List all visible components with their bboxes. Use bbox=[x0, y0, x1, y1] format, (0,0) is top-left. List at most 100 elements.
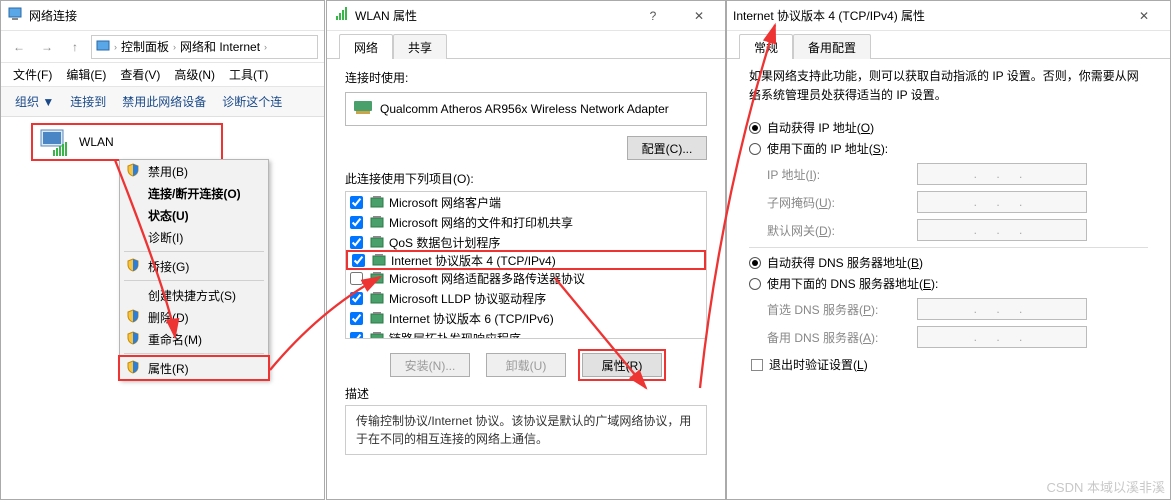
crumb-cpanel[interactable]: 控制面板 bbox=[121, 38, 169, 55]
list-item[interactable]: Microsoft LLDP 协议驱动程序 bbox=[346, 288, 706, 308]
tool-connect[interactable]: 连接到 bbox=[70, 93, 106, 110]
crumb-netinternet[interactable]: 网络和 Internet bbox=[180, 38, 260, 55]
list-item[interactable]: Microsoft 网络客户端 bbox=[346, 192, 706, 212]
tab-alternate[interactable]: 备用配置 bbox=[793, 34, 871, 59]
tab-general[interactable]: 常规 bbox=[739, 34, 793, 59]
description-text: 如果网络支持此功能，则可以获取自动指派的 IP 设置。否则，你需要从网络系统管理… bbox=[749, 67, 1148, 105]
menu-tools[interactable]: 工具(T) bbox=[229, 66, 268, 83]
radio-icon bbox=[749, 278, 761, 290]
radio-icon bbox=[749, 257, 761, 269]
shield-icon bbox=[126, 309, 140, 326]
ctx-rename[interactable]: 重命名(M) bbox=[120, 328, 268, 350]
titlebar: WLAN 属性 ? ✕ bbox=[327, 1, 725, 31]
subnet-input[interactable]: . . . bbox=[917, 191, 1087, 213]
close-button[interactable]: ✕ bbox=[1124, 6, 1164, 26]
tab-sharing[interactable]: 共享 bbox=[393, 34, 447, 59]
window-title: WLAN 属性 bbox=[355, 7, 627, 24]
tool-disable[interactable]: 禁用此网络设备 bbox=[122, 93, 206, 110]
separator bbox=[124, 353, 264, 354]
radio-manual-ip[interactable]: 使用下面的 IP 地址(S): bbox=[749, 140, 1148, 157]
up-button[interactable]: ↑ bbox=[63, 35, 87, 59]
ctx-diagnose[interactable]: 诊断(I) bbox=[120, 226, 268, 248]
list-item[interactable]: Internet 协议版本 4 (TCP/IPv4) bbox=[346, 250, 706, 270]
context-menu: 禁用(B) 连接/断开连接(O) 状态(U) 诊断(I) 桥接(G) 创建快捷方… bbox=[119, 159, 269, 380]
checkbox[interactable] bbox=[350, 216, 363, 229]
ctx-shortcut[interactable]: 创建快捷方式(S) bbox=[120, 284, 268, 306]
network-icon bbox=[7, 6, 23, 25]
field-alt-dns: 备用 DNS 服务器(A): . . . bbox=[767, 326, 1148, 348]
radio-auto-ip[interactable]: 自动获得 IP 地址(O) bbox=[749, 119, 1148, 136]
ip-input[interactable]: . . . bbox=[917, 163, 1087, 185]
ctx-properties[interactable]: 属性(R) bbox=[120, 357, 268, 379]
list-item-label: Microsoft 网络的文件和打印机共享 bbox=[389, 214, 573, 231]
ctx-disable[interactable]: 禁用(B) bbox=[120, 160, 268, 182]
back-button[interactable]: ← bbox=[7, 35, 31, 59]
navigation-bar: ← → ↑ › 控制面板 › 网络和 Internet › bbox=[1, 31, 324, 63]
install-button[interactable]: 安装(N)... bbox=[390, 353, 470, 377]
uninstall-button[interactable]: 卸载(U) bbox=[486, 353, 566, 377]
list-item[interactable]: Microsoft 网络适配器多路传送器协议 bbox=[346, 268, 706, 288]
field-subnet: 子网掩码(U): . . . bbox=[767, 191, 1148, 213]
checkbox[interactable] bbox=[350, 196, 363, 209]
menu-edit[interactable]: 编辑(E) bbox=[66, 66, 106, 83]
wlan-adapter-tile[interactable]: WLAN bbox=[31, 123, 223, 161]
titlebar: Internet 协议版本 4 (TCP/IPv4) 属性 ✕ bbox=[727, 1, 1170, 31]
checkbox-icon bbox=[751, 359, 763, 371]
gateway-input[interactable]: . . . bbox=[917, 219, 1087, 241]
shield-icon bbox=[126, 163, 140, 180]
forward-button[interactable]: → bbox=[35, 35, 59, 59]
pref-dns-input[interactable]: . . . bbox=[917, 298, 1087, 320]
list-item-label: Internet 协议版本 4 (TCP/IPv4) bbox=[391, 252, 556, 269]
ctx-connect[interactable]: 连接/断开连接(O) bbox=[120, 182, 268, 204]
help-button[interactable]: ? bbox=[633, 6, 673, 26]
list-item[interactable]: Internet 协议版本 6 (TCP/IPv6) bbox=[346, 308, 706, 328]
menu-advanced[interactable]: 高级(N) bbox=[174, 66, 215, 83]
shield-icon bbox=[126, 258, 140, 275]
checkbox[interactable] bbox=[350, 332, 363, 340]
alt-dns-input[interactable]: . . . bbox=[917, 326, 1087, 348]
menu-file[interactable]: 文件(F) bbox=[13, 66, 52, 83]
protocol-icon bbox=[369, 290, 385, 306]
wlan-adapter-icon bbox=[37, 126, 73, 158]
list-item-label: Microsoft 网络客户端 bbox=[389, 194, 501, 211]
checkbox[interactable] bbox=[350, 292, 363, 305]
radio-manual-dns[interactable]: 使用下面的 DNS 服务器地址(E): bbox=[749, 275, 1148, 292]
window-title: Internet 协议版本 4 (TCP/IPv4) 属性 bbox=[733, 7, 1118, 24]
checkbox[interactable] bbox=[350, 312, 363, 325]
window-network-connections: 网络连接 ← → ↑ › 控制面板 › 网络和 Internet › 文件(F)… bbox=[0, 0, 325, 500]
list-item[interactable]: Microsoft 网络的文件和打印机共享 bbox=[346, 212, 706, 232]
properties-button[interactable]: 属性(R) bbox=[582, 353, 662, 377]
ctx-bridge[interactable]: 桥接(G) bbox=[120, 255, 268, 277]
shield-icon bbox=[126, 331, 140, 348]
address-bar[interactable]: › 控制面板 › 网络和 Internet › bbox=[91, 35, 318, 59]
checkbox[interactable] bbox=[350, 236, 363, 249]
shield-icon bbox=[126, 360, 140, 377]
tool-diagnose[interactable]: 诊断这个连 bbox=[222, 93, 282, 110]
radio-auto-dns[interactable]: 自动获得 DNS 服务器地址(B) bbox=[749, 254, 1148, 271]
protocol-icon bbox=[369, 310, 385, 326]
close-button[interactable]: ✕ bbox=[679, 6, 719, 26]
ctx-status[interactable]: 状态(U) bbox=[120, 204, 268, 226]
configure-button[interactable]: 配置(C)... bbox=[627, 136, 707, 160]
checkbox-validate[interactable]: 退出时验证设置(L) bbox=[751, 356, 1148, 373]
list-item[interactable]: QoS 数据包计划程序 bbox=[346, 232, 706, 252]
checkbox[interactable] bbox=[350, 272, 363, 285]
protocol-icon bbox=[369, 330, 385, 339]
window-ipv4-properties: Internet 协议版本 4 (TCP/IPv4) 属性 ✕ 常规 备用配置 … bbox=[726, 0, 1171, 500]
tool-organize[interactable]: 组织 ▼ bbox=[15, 93, 54, 110]
ctx-delete[interactable]: 删除(D) bbox=[120, 306, 268, 328]
tab-network[interactable]: 网络 bbox=[339, 34, 393, 59]
adapter-icon bbox=[354, 101, 372, 118]
field-pref-dns: 首选 DNS 服务器(P): . . . bbox=[767, 298, 1148, 320]
adapter-box: Qualcomm Atheros AR956x Wireless Network… bbox=[345, 92, 707, 126]
list-item-label: Internet 协议版本 6 (TCP/IPv6) bbox=[389, 310, 554, 327]
toolbar: 组织 ▼ 连接到 禁用此网络设备 诊断这个连 bbox=[1, 87, 324, 117]
field-gateway: 默认网关(D): . . . bbox=[767, 219, 1148, 241]
list-item[interactable]: 链路层拓扑发现响应程序 bbox=[346, 328, 706, 339]
checkbox[interactable] bbox=[352, 254, 365, 267]
components-list[interactable]: Microsoft 网络客户端 Microsoft 网络的文件和打印机共享QoS … bbox=[345, 191, 707, 339]
list-item-label: Microsoft LLDP 协议驱动程序 bbox=[389, 290, 546, 307]
menu-view[interactable]: 查看(V) bbox=[120, 66, 160, 83]
radio-icon bbox=[749, 143, 761, 155]
protocol-icon bbox=[369, 214, 385, 230]
